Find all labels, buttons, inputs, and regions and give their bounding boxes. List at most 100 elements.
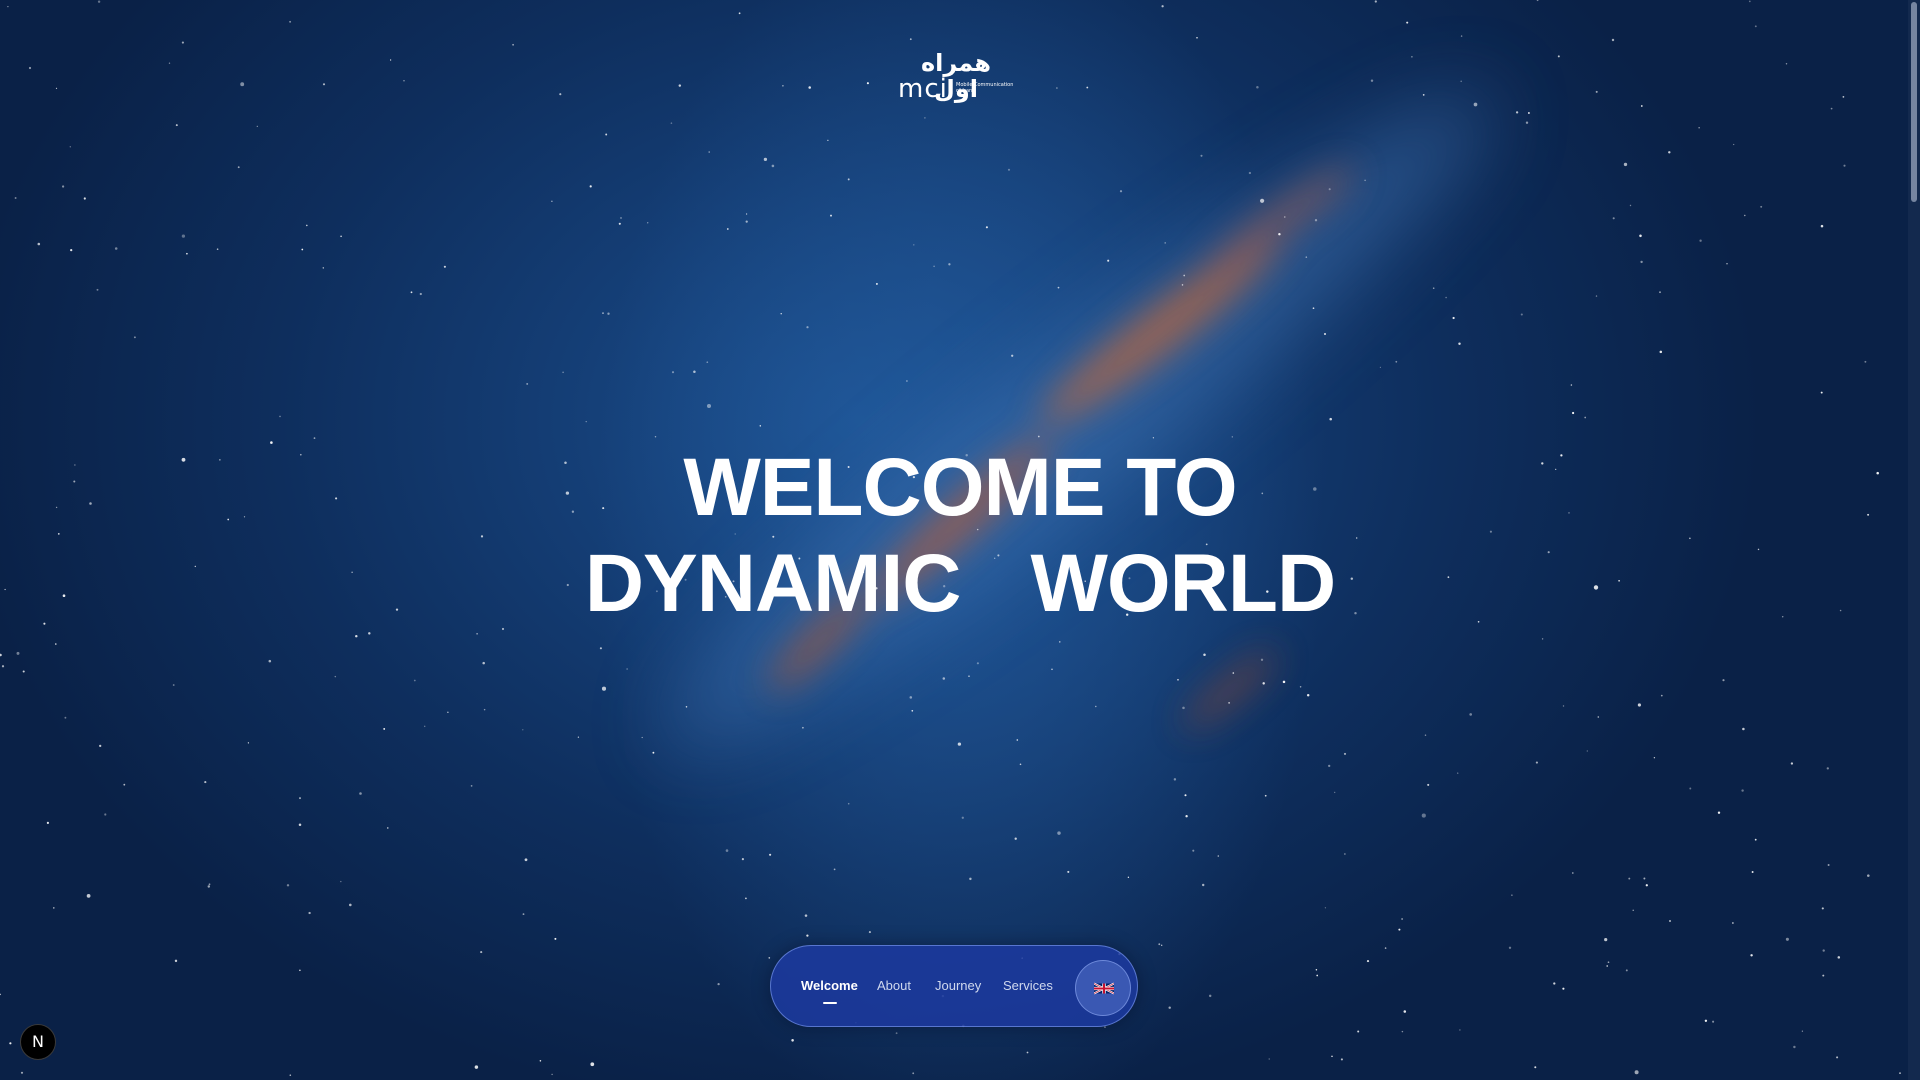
star xyxy=(769,853,772,856)
star xyxy=(1525,121,1529,124)
star xyxy=(1520,313,1523,316)
star xyxy=(123,783,126,786)
star xyxy=(1748,0,1751,3)
star xyxy=(1401,918,1403,920)
star xyxy=(395,608,399,611)
star xyxy=(1754,838,1757,841)
star xyxy=(1432,287,1435,289)
star xyxy=(410,291,413,294)
star xyxy=(745,220,748,223)
star xyxy=(237,166,240,169)
star xyxy=(738,12,741,15)
star xyxy=(559,93,562,96)
star xyxy=(322,83,326,86)
star xyxy=(1324,907,1327,909)
star xyxy=(1733,143,1735,146)
star xyxy=(1741,789,1744,792)
star xyxy=(73,480,76,483)
nav-item-about[interactable]: About xyxy=(877,976,911,996)
star xyxy=(1201,883,1205,887)
scrollbar-thumb[interactable] xyxy=(1911,2,1917,202)
star xyxy=(270,441,273,444)
hero-word-world: WORLD xyxy=(1030,538,1336,629)
nav-item-welcome[interactable]: Welcome xyxy=(801,976,858,996)
star xyxy=(443,265,446,268)
star xyxy=(933,265,935,268)
star xyxy=(768,957,771,959)
star xyxy=(1260,658,1264,661)
star xyxy=(726,228,729,230)
star xyxy=(1785,937,1789,941)
star xyxy=(1158,943,1161,946)
star xyxy=(7,5,9,8)
star xyxy=(1424,734,1427,736)
star xyxy=(1645,884,1648,887)
nav-item-journey[interactable]: Journey xyxy=(935,976,981,996)
star xyxy=(626,668,628,670)
star xyxy=(654,436,657,438)
star xyxy=(89,502,92,505)
star xyxy=(1228,702,1230,704)
star xyxy=(985,226,988,229)
star xyxy=(808,86,811,89)
star xyxy=(1572,411,1575,415)
star xyxy=(924,117,926,119)
star xyxy=(1334,791,1336,794)
star xyxy=(355,634,358,638)
star xyxy=(1095,705,1097,708)
star xyxy=(305,224,308,227)
star xyxy=(909,38,912,41)
star xyxy=(1306,694,1310,697)
star xyxy=(1026,1051,1029,1054)
bottom-navigation: Welcome About Journey Services xyxy=(770,945,1138,1027)
language-switch-button[interactable] xyxy=(1075,960,1131,1016)
star xyxy=(1059,641,1061,643)
star xyxy=(551,200,553,202)
star xyxy=(1612,217,1615,220)
nextjs-dev-badge[interactable]: N xyxy=(20,1024,56,1060)
star xyxy=(1842,96,1845,98)
star xyxy=(522,913,525,916)
star xyxy=(1836,1056,1839,1059)
star xyxy=(866,82,869,85)
star xyxy=(942,677,946,680)
star xyxy=(1698,127,1700,129)
star xyxy=(806,326,809,329)
star xyxy=(301,248,304,251)
star xyxy=(1343,752,1347,755)
page-scrollbar[interactable] xyxy=(1908,0,1920,1080)
star xyxy=(968,675,970,677)
star xyxy=(1785,63,1788,65)
star xyxy=(1822,949,1825,952)
star xyxy=(1,665,5,668)
star xyxy=(483,708,486,711)
star xyxy=(256,125,258,128)
star xyxy=(299,797,301,800)
mci-logo[interactable]: همراه اول mci Mobile Communication of Ir… xyxy=(898,50,1014,102)
star xyxy=(708,151,710,153)
star xyxy=(482,661,485,665)
star xyxy=(868,931,871,934)
star xyxy=(745,897,747,900)
star xyxy=(539,1060,542,1062)
star xyxy=(1597,716,1600,718)
star xyxy=(1107,259,1110,262)
star xyxy=(286,884,290,887)
star xyxy=(335,497,338,500)
star xyxy=(1750,954,1753,957)
star xyxy=(359,792,362,795)
star xyxy=(1282,680,1286,684)
star xyxy=(1328,764,1331,768)
nav-item-services[interactable]: Services xyxy=(1003,976,1053,996)
star xyxy=(474,1065,479,1069)
star xyxy=(1152,437,1155,439)
star xyxy=(1584,416,1587,419)
star xyxy=(605,133,608,136)
star xyxy=(1182,706,1185,710)
star xyxy=(181,457,186,462)
star xyxy=(782,84,784,87)
star xyxy=(227,518,230,521)
star xyxy=(387,827,389,829)
star xyxy=(289,1074,292,1076)
star xyxy=(340,235,342,238)
